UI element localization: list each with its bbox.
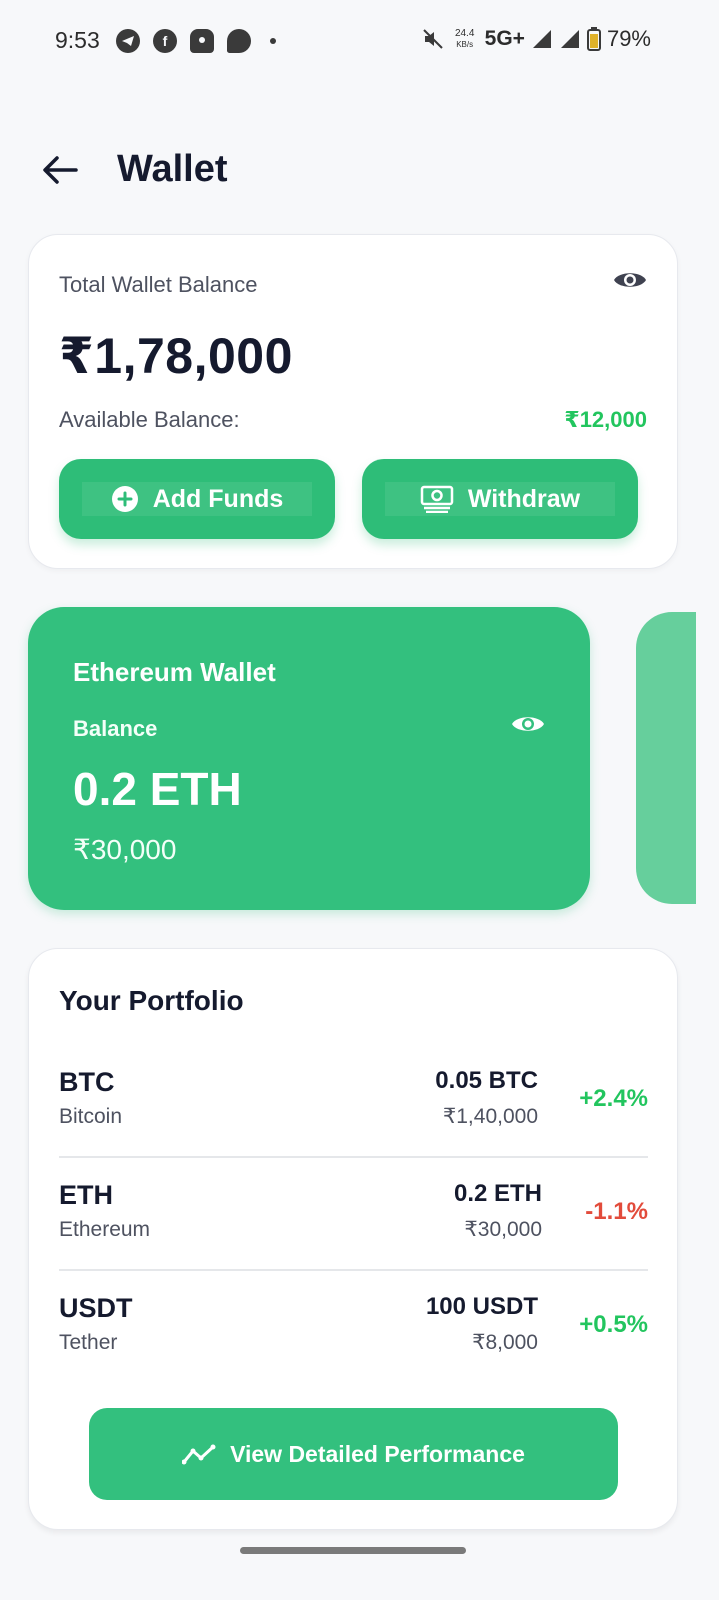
network-speed-value: 24.4	[454, 28, 475, 39]
home-indicator[interactable]	[240, 1547, 466, 1554]
network-speed: 24.4 KB/s	[451, 28, 479, 50]
asset-fiat-value: ₹30,000	[464, 1218, 542, 1241]
toggle-balance-visibility-button[interactable]	[613, 269, 647, 296]
add-funds-label: Add Funds	[152, 484, 284, 513]
asset-change: +0.5%	[579, 1311, 648, 1338]
add-funds-button-content: Add Funds	[82, 482, 312, 516]
snapchat-icon	[190, 29, 214, 53]
money-icon	[420, 485, 454, 513]
toggle-wallet-visibility-button[interactable]	[511, 713, 545, 740]
asset-name: Ethereum	[59, 1218, 151, 1241]
withdraw-button[interactable]: Withdraw	[362, 459, 638, 539]
notification-icons: f	[116, 29, 276, 53]
wallet-card-title: Ethereum Wallet	[73, 657, 276, 687]
portfolio-card: Your Portfolio BTC Bitcoin 0.05 BTC ₹1,4…	[28, 948, 678, 1530]
wallet-card-amount: 0.2 ETH	[73, 763, 242, 815]
total-balance-amount: ₹1,78,000	[59, 328, 293, 384]
portfolio-row-eth[interactable]: ETH Ethereum 0.2 ETH ₹30,000 -1.1%	[59, 1158, 648, 1271]
eye-icon	[512, 717, 544, 731]
asset-symbol: ETH	[59, 1180, 113, 1210]
asset-symbol: BTC	[59, 1067, 115, 1097]
back-button[interactable]	[38, 148, 82, 192]
page-title: Wallet	[117, 148, 228, 190]
total-balance-label: Total Wallet Balance	[59, 272, 258, 297]
asset-name: Bitcoin	[59, 1105, 123, 1128]
view-performance-label: View Detailed Performance	[230, 1440, 525, 1467]
eye-icon	[614, 273, 646, 287]
network-type: 5G+	[484, 27, 525, 50]
status-bar: 9:53 f 24.4 KB/s 5G+ 79%	[0, 0, 719, 84]
chat-icon	[227, 29, 251, 53]
wallet-card-balance-label: Balance	[73, 716, 158, 741]
asset-symbol: USDT	[59, 1293, 133, 1323]
available-balance-value: ₹12,000	[564, 407, 647, 432]
portfolio-title: Your Portfolio	[59, 985, 244, 1016]
available-balance-label: Available Balance:	[59, 407, 240, 432]
status-time: 9:53	[55, 27, 100, 53]
asset-amount: 0.05 BTC	[435, 1067, 538, 1094]
mute-icon	[422, 29, 443, 49]
plus-circle-icon	[111, 486, 138, 512]
facebook-icon: f	[153, 29, 177, 53]
asset-fiat-value: ₹8,000	[472, 1331, 538, 1354]
telegram-icon	[116, 29, 140, 53]
status-indicators: 24.4 KB/s 5G+ 79%	[421, 26, 651, 52]
next-wallet-card-peek[interactable]	[636, 612, 696, 904]
withdraw-label: Withdraw	[467, 484, 581, 513]
asset-change: +2.4%	[579, 1085, 648, 1112]
signal-icon	[532, 30, 551, 48]
add-funds-button[interactable]: Add Funds	[59, 459, 335, 539]
asset-fiat-value: ₹1,40,000	[442, 1105, 538, 1128]
battery-icon	[586, 27, 601, 51]
battery-percent: 79%	[606, 26, 651, 51]
more-notifications-dot	[270, 38, 276, 44]
withdraw-button-content: Withdraw	[385, 482, 615, 516]
view-performance-button[interactable]: View Detailed Performance	[89, 1408, 618, 1500]
signal-icon-2	[560, 30, 579, 48]
asset-change: -1.1%	[585, 1198, 648, 1225]
ethereum-wallet-card[interactable]: Ethereum Wallet Balance 0.2 ETH ₹30,000	[28, 607, 590, 910]
asset-amount: 100 USDT	[425, 1293, 538, 1320]
trend-chart-icon	[182, 1444, 216, 1465]
asset-amount: 0.2 ETH	[453, 1180, 542, 1207]
wallet-card-fiat: ₹30,000	[73, 834, 177, 865]
network-speed-unit: KB/s	[456, 40, 474, 49]
total-balance-card: Total Wallet Balance ₹1,78,000 Available…	[28, 234, 678, 569]
arrow-left-icon	[43, 156, 78, 184]
portfolio-row-usdt[interactable]: USDT Tether 100 USDT ₹8,000 +0.5%	[59, 1271, 648, 1384]
asset-name: Tether	[59, 1331, 118, 1354]
portfolio-row-btc[interactable]: BTC Bitcoin 0.05 BTC ₹1,40,000 +2.4%	[59, 1045, 648, 1158]
